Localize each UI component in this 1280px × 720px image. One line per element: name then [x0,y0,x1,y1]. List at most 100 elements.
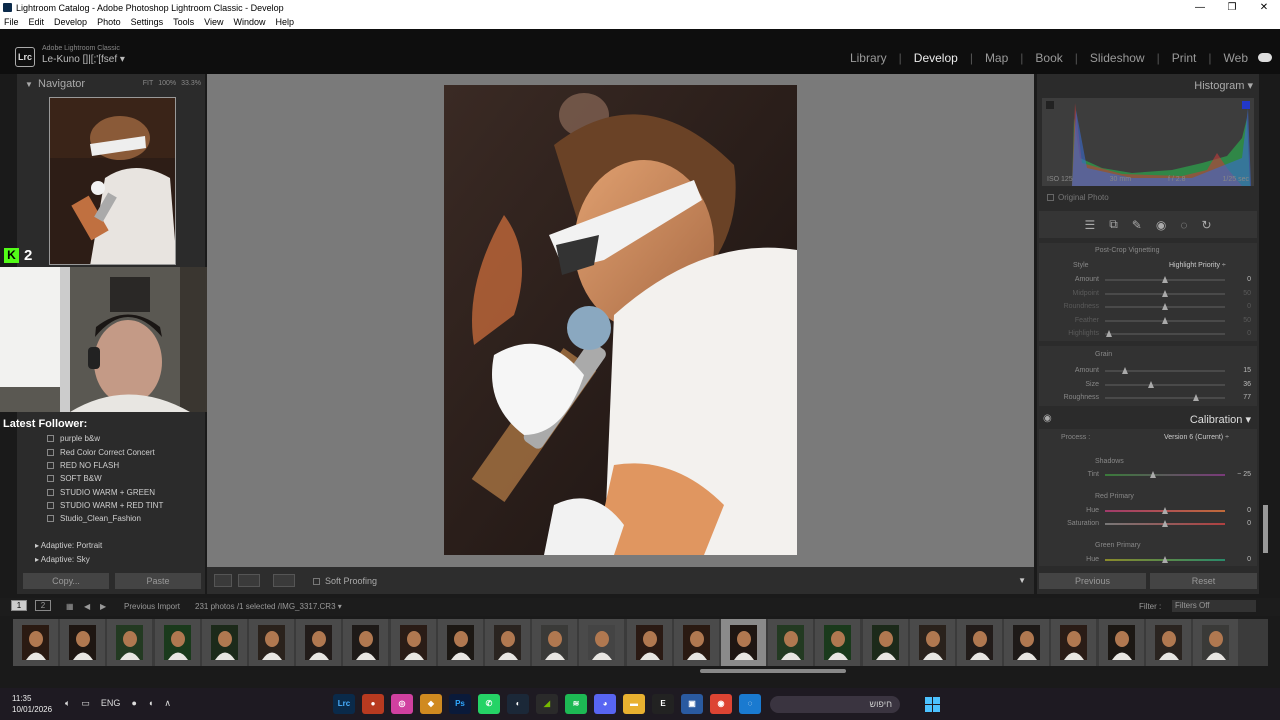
filmstrip-thumbnail[interactable] [673,619,719,666]
filmstrip-thumbnail[interactable] [154,619,200,666]
filmstrip-thumbnail[interactable] [1098,619,1144,666]
cloud-icon[interactable] [1258,53,1272,62]
menu-view[interactable]: View [204,17,223,27]
store-taskbar-icon[interactable]: ▣ [681,694,703,714]
soft-proofing-toggle[interactable]: Soft Proofing [313,576,377,586]
post_crop-slider[interactable]: Midpoint 50 [1047,289,1251,299]
monitor-1-button[interactable]: 1 [11,600,27,611]
filmstrip-thumbnail[interactable] [532,619,578,666]
post_crop-slider[interactable]: Roundness 0 [1047,302,1251,312]
speaker-icon[interactable]: 🔈︎ [65,698,70,709]
edge-taskbar-icon[interactable]: ◌ [739,694,761,714]
network-icon[interactable]: ▭ [81,698,90,709]
windows-start-icon[interactable] [925,697,940,712]
menu-window[interactable]: Window [234,17,266,27]
taskbar-search[interactable]: חיפוש [770,696,900,713]
slider-value[interactable]: 0 [1247,276,1251,283]
slider-knob[interactable] [1193,394,1200,401]
masking-icon[interactable]: ◌ [1180,218,1187,232]
slider-knob[interactable] [1150,471,1156,478]
clock[interactable]: 11:35 10/01/2026 [12,693,52,715]
slider-track[interactable] [1105,330,1225,337]
filmstrip-thumbnail[interactable] [626,619,672,666]
filmstrip-thumbnail[interactable] [485,619,530,666]
before-after-icon[interactable] [238,574,260,587]
zoom-33[interactable]: 33.3% [181,80,201,87]
photoshop-taskbar-icon[interactable]: Ps [449,694,471,714]
module-book[interactable]: Book [1035,51,1062,65]
copy-settings-button[interactable]: Copy... [23,573,109,589]
toolbar-menu-icon[interactable]: ▼ [1018,576,1026,585]
photo-count[interactable]: 231 photos /1 selected /IMG_3317.CR3 ▾ [195,602,342,611]
slider-track[interactable] [1105,316,1225,324]
slider-knob[interactable] [1147,380,1154,388]
grain-slider[interactable]: Size 36 [1047,380,1251,390]
right-panel-scrollbar[interactable] [1263,505,1268,553]
style-dropdown[interactable]: Highlight Priority ÷ [1169,262,1226,269]
grain-slider[interactable]: Amount 15 [1047,366,1251,376]
close-button[interactable]: ✕ [1248,0,1280,15]
edit-sliders-icon[interactable]: ☰ [1084,218,1095,232]
preset-item[interactable]: purple b&w [47,434,100,443]
navigator-header[interactable]: ▼ Navigator FIT 100% 33.3% [17,74,205,94]
preset-item[interactable]: STUDIO WARM + RED TINT [47,501,163,510]
filmstrip-thumbnail[interactable] [957,619,1002,666]
filmstrip-thumbnail[interactable] [107,619,153,666]
filmstrip-thumbnail[interactable] [1193,619,1238,666]
histogram-title[interactable]: Histogram ▾ [1194,79,1253,92]
filmstrip-thumbnail[interactable] [60,619,106,666]
app-taskbar-icon[interactable]: ◎ [391,694,413,714]
preset-group-adaptive-sky[interactable]: ▸ Adaptive: Sky [35,555,90,564]
preset-item[interactable]: Red Color Correct Concert [47,448,155,457]
filmstrip-thumbnail[interactable] [579,619,625,666]
grid-icon[interactable]: ▦ [66,602,74,611]
previous-button[interactable]: Previous [1039,573,1146,589]
original-photo-checkbox[interactable] [1047,194,1054,201]
histogram[interactable] [1042,98,1254,186]
module-slideshow[interactable]: Slideshow [1090,51,1145,65]
app-taskbar-icon[interactable]: ● [362,694,384,714]
menu-edit[interactable]: Edit [29,17,45,27]
main-photo[interactable] [444,85,797,555]
module-develop[interactable]: Develop [914,51,958,65]
navigator-preview[interactable] [49,97,176,265]
menu-file[interactable]: File [4,17,19,27]
menu-settings[interactable]: Settings [131,17,164,27]
slider-value[interactable]: 77 [1243,394,1251,401]
tint-track[interactable] [1105,471,1225,478]
menu-photo[interactable]: Photo [97,17,121,27]
slider-track[interactable] [1105,394,1225,401]
slider-knob[interactable] [1162,520,1168,527]
slider-value[interactable]: 15 [1243,367,1251,374]
preset-group-adaptive-portrait[interactable]: ▸ Adaptive: Portrait [35,541,102,550]
loupe-view-icon[interactable] [214,574,232,587]
zoom-fit[interactable]: FIT [143,80,154,87]
slider-knob[interactable] [1162,289,1168,297]
slider-value[interactable]: 0 [1247,303,1251,310]
filmstrip-thumbnail[interactable] [13,619,58,666]
lightroom-taskbar-icon[interactable]: Lrc [333,694,355,714]
slider-value[interactable]: 36 [1243,381,1251,388]
preset-item[interactable]: SOFT B&W [47,474,102,483]
slider-track[interactable] [1105,303,1225,310]
back-arrow-icon[interactable]: ◀ [84,602,90,611]
filmstrip-thumbnail[interactable] [296,619,342,666]
restore-button[interactable]: ❐ [1216,0,1248,15]
discord-taskbar-icon[interactable]: ◕ [594,694,616,714]
whatsapp-taskbar-icon[interactable]: ✆ [478,694,500,714]
slider-value[interactable]: 50 [1243,317,1251,324]
crop-icon[interactable]: ⧉ [1109,217,1118,232]
zoom-100[interactable]: 100% [158,80,176,87]
paste-settings-button[interactable]: Paste [115,573,201,589]
app-taskbar-icon[interactable]: ◆ [420,694,442,714]
slider-value[interactable]: 0 [1247,330,1251,337]
chrome-taskbar-icon[interactable]: ◉ [710,694,732,714]
slider-knob[interactable] [1162,507,1168,514]
preset-item[interactable]: STUDIO WARM + GREEN [47,488,155,497]
volume-icon[interactable]: ◖ [148,698,153,709]
calibration-header[interactable]: ◉ Calibration ▾ [1039,410,1257,428]
slider-knob[interactable] [1162,556,1168,563]
slider-track[interactable] [1105,276,1225,283]
slider-knob[interactable] [1122,367,1129,374]
filmstrip-thumbnail[interactable] [249,619,294,666]
